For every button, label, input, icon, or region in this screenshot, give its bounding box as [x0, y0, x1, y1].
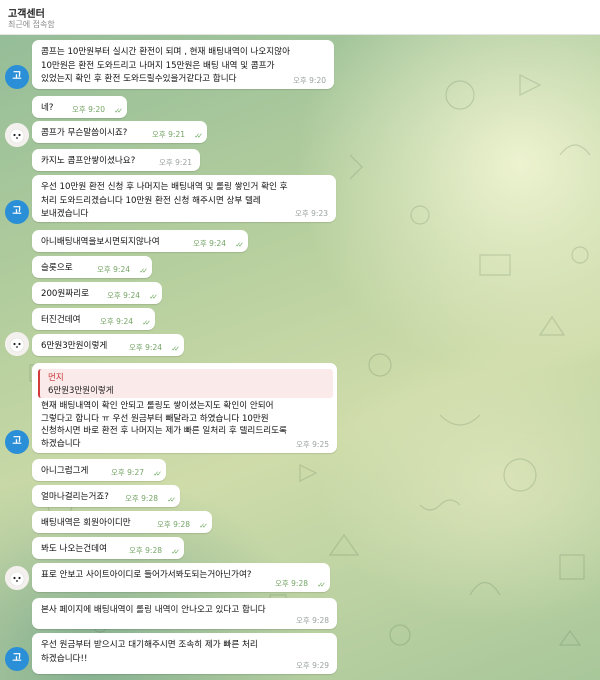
- outgoing-message[interactable]: 아니배팅내역을보시면되지않나여 오후 9:24 ✓✓: [32, 230, 248, 252]
- chat-header[interactable]: 고객센터 최근에 접속함: [0, 0, 600, 35]
- message-time: 오후 9:20: [71, 105, 105, 114]
- read-check-icon: ✓✓: [317, 581, 326, 589]
- manager-avatar[interactable]: 고: [5, 200, 29, 224]
- dog-avatar-icon: [5, 123, 29, 147]
- outgoing-message[interactable]: 봐도 나오는건데여 오후 9:28 ✓✓: [32, 537, 184, 559]
- outgoing-message[interactable]: 네? 오후 9:20 ✓✓: [32, 96, 127, 118]
- dog-avatar-icon: [5, 332, 29, 356]
- outgoing-message[interactable]: 얼마나걸리는거죠? 오후 9:28 ✓✓: [32, 485, 180, 507]
- message-text: 얼마나걸리는거죠?: [41, 492, 109, 502]
- message-time: 오후 9:24: [106, 291, 140, 300]
- message-text: 200원짜리로: [41, 289, 90, 299]
- message-time: 오후 9:28: [295, 616, 329, 625]
- read-check-icon: ✓✓: [171, 548, 180, 556]
- outgoing-message[interactable]: 아니그럼그게 오후 9:27 ✓✓: [32, 459, 166, 481]
- message-text: 배팅내역은 회원아이디만: [41, 518, 131, 528]
- chat-title: 고객센터: [8, 9, 45, 20]
- message-text: 네?: [41, 103, 54, 113]
- message-text: 콤프가 무슨말씀이시죠?: [41, 128, 128, 138]
- outgoing-message[interactable]: 표로 안보고 사이트아이디로 들어가서봐도되는거아닌가여? 오후 9:28 ✓✓: [32, 563, 330, 592]
- message-text: 현재 배팅내역이 확인 안되고 롤링도 쌓이셨는지도 확인이 안되어 그렇다고 …: [41, 401, 287, 449]
- read-check-icon: ✓✓: [199, 522, 208, 530]
- quoted-text: 6만원3만원이렇게: [48, 386, 114, 396]
- read-check-icon: ✓✓: [153, 470, 162, 478]
- outgoing-message[interactable]: 터진건데여 오후 9:24 ✓✓: [32, 308, 155, 330]
- manager-avatar[interactable]: 고: [5, 647, 29, 671]
- outgoing-message[interactable]: 콤프가 무슨말씀이시죠? 오후 9:21 ✓✓: [32, 121, 207, 143]
- incoming-message[interactable]: 콤프는 10만원부터 실시간 환전이 되며 , 현재 배팅내역이 나오지않아 1…: [32, 40, 334, 89]
- message-time: 오후 9:20: [292, 76, 326, 85]
- message-time: 오후 9:23: [294, 209, 328, 218]
- message-time: 오후 9:27: [110, 468, 144, 477]
- message-time: 오후 9:28: [124, 494, 158, 503]
- quoted-sender: 먼지: [48, 373, 64, 383]
- incoming-message[interactable]: 우선 원금부터 받으시고 대기해주시면 조속히 제가 빠른 처리 하겠습니다!!…: [32, 633, 337, 674]
- read-check-icon: ✓✓: [171, 345, 180, 353]
- read-check-icon: ✓✓: [139, 267, 148, 275]
- manager-avatar[interactable]: 고: [5, 430, 29, 454]
- last-seen-status: 최근에 접속함: [8, 20, 55, 29]
- message-time: 오후 9:29: [295, 661, 329, 670]
- message-text: 봐도 나오는건데여: [41, 544, 107, 554]
- read-check-icon: ✓✓: [149, 293, 158, 301]
- message-time: 오후 9:24: [128, 343, 162, 352]
- message-text: 6만원3만원이렇게: [41, 341, 108, 351]
- read-check-icon: ✓✓: [167, 496, 176, 504]
- outgoing-message[interactable]: 6만원3만원이렇게 오후 9:24 ✓✓: [32, 334, 184, 356]
- message-text: 우선 10만원 환전 신청 후 나머지는 배팅내역 및 롤링 쌓인거 확인 후 …: [41, 182, 288, 219]
- user-avatar[interactable]: [5, 566, 29, 590]
- user-avatar[interactable]: [5, 332, 29, 356]
- message-time: 오후 9:24: [96, 265, 130, 274]
- read-check-icon: ✓✓: [142, 319, 151, 327]
- dog-avatar-icon: [5, 566, 29, 590]
- manager-avatar[interactable]: 고: [5, 65, 29, 89]
- message-text: 터진건데여: [41, 315, 81, 325]
- message-time: 오후 9:21: [158, 158, 192, 167]
- message-time: 오후 9:24: [192, 239, 226, 248]
- read-check-icon: ✓✓: [114, 107, 123, 115]
- outgoing-message[interactable]: 슬롯으로 오후 9:24 ✓✓: [32, 256, 152, 278]
- message-text: 아니그럼그게: [41, 466, 89, 476]
- message-time: 오후 9:28: [128, 546, 162, 555]
- incoming-message[interactable]: 우선 10만원 환전 신청 후 나머지는 배팅내역 및 롤링 쌓인거 확인 후 …: [32, 175, 336, 222]
- message-text: 콤프는 10만원부터 실시간 환전이 되며 , 현재 배팅내역이 나오지않아 1…: [41, 47, 290, 84]
- read-check-icon: ✓✓: [194, 132, 203, 140]
- incoming-message[interactable]: 본사 페이지에 배팅내역이 롤링 내역이 안나오고 있다고 합니다 오후 9:2…: [32, 598, 337, 629]
- message-time: 오후 9:25: [295, 440, 329, 449]
- user-avatar[interactable]: [5, 123, 29, 147]
- message-text: 카지노 콤프안쌓이셨나요?: [41, 156, 136, 166]
- message-time: 오후 9:28: [156, 520, 190, 529]
- message-time: 오후 9:21: [151, 130, 185, 139]
- message-text: 아니배팅내역을보시면되지않나여: [41, 237, 160, 247]
- message-text: 슬롯으로: [41, 263, 73, 273]
- quoted-reply[interactable]: 먼지 6만원3만원이렇게: [38, 369, 333, 398]
- outgoing-message[interactable]: 200원짜리로 오후 9:24 ✓✓: [32, 282, 162, 304]
- message-text: 본사 페이지에 배팅내역이 롤링 내역이 안나오고 있다고 합니다: [41, 605, 266, 615]
- incoming-message[interactable]: 카지노 콤프안쌓이셨나요? 오후 9:21: [32, 149, 200, 171]
- message-text: 표로 안보고 사이트아이디로 들어가서봐도되는거아닌가여?: [41, 570, 252, 580]
- message-text: 우선 원금부터 받으시고 대기해주시면 조속히 제가 빠른 처리 하겠습니다!!: [41, 640, 258, 664]
- message-list[interactable]: 콤프는 10만원부터 실시간 환전이 되며 , 현재 배팅내역이 나오지않아 1…: [0, 35, 600, 680]
- message-time: 오후 9:24: [99, 317, 133, 326]
- read-check-icon: ✓✓: [235, 241, 244, 249]
- message-time: 오후 9:28: [274, 579, 308, 588]
- outgoing-message[interactable]: 배팅내역은 회원아이디만 오후 9:28 ✓✓: [32, 511, 212, 533]
- incoming-reply-message[interactable]: 먼지 6만원3만원이렇게 현재 배팅내역이 확인 안되고 롤링도 쌓이셨는지도 …: [32, 363, 337, 453]
